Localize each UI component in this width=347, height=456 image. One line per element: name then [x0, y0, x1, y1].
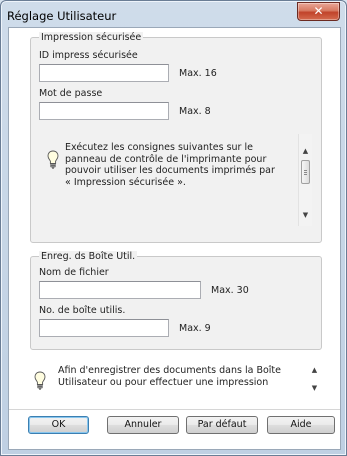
secure-print-group: Impression sécurisée ID impress sécurisé… — [30, 32, 322, 243]
bottom-info-text: Afin d'enregistrer des documents dans la… — [58, 365, 281, 388]
filename-max: Max. 30 — [211, 285, 249, 296]
default-button[interactable]: Par défaut — [186, 416, 258, 434]
secure-id-max: Max. 16 — [179, 68, 217, 79]
info-scroll-thumb[interactable] — [301, 160, 310, 184]
box-number-max: Max. 9 — [179, 323, 211, 334]
window-title: Réglage Utilisateur — [7, 9, 117, 23]
info-scrollbar[interactable]: ▲ ▼ — [298, 134, 312, 226]
scroll-down-arrow-icon[interactable]: ▼ — [308, 383, 321, 393]
password-max: Max. 8 — [179, 106, 211, 117]
filename-input[interactable] — [39, 281, 201, 299]
ok-button[interactable]: OK — [28, 416, 89, 434]
button-bar-divider — [9, 409, 340, 410]
dialog-client-area: Impression sécurisée ID impress sécurisé… — [8, 27, 341, 450]
scroll-down-arrow-icon[interactable]: ▼ — [299, 210, 312, 220]
close-button[interactable]: ✕ — [297, 2, 340, 21]
secure-print-info: Exécutez les consignes suivantes sur le … — [31, 130, 321, 230]
user-box-group: Enreg. ds Boîte Util. Nom de fichier Max… — [30, 251, 322, 350]
user-box-legend: Enreg. ds Boîte Util. — [39, 251, 138, 262]
box-number-input[interactable] — [39, 319, 169, 337]
secure-print-info-text: Exécutez les consignes suivantes sur le … — [65, 142, 275, 188]
scroll-up-arrow-icon[interactable]: ▲ — [299, 146, 312, 156]
title-bar: Réglage Utilisateur ✕ — [1, 1, 346, 27]
scroll-up-arrow-icon[interactable]: ▲ — [308, 365, 321, 375]
bottom-info-scrollbar[interactable]: ▲ ▼ — [308, 361, 321, 399]
cancel-button[interactable]: Annuler — [107, 416, 179, 434]
filename-label: Nom de fichier — [39, 267, 109, 278]
secure-id-input[interactable] — [39, 64, 169, 82]
settings-scroll-area[interactable]: Impression sécurisée ID impress sécurisé… — [10, 29, 336, 407]
password-label: Mot de passe — [39, 88, 103, 99]
bottom-info: Afin d'enregistrer des documents dans la… — [18, 357, 330, 403]
secure-print-legend: Impression sécurisée — [39, 32, 144, 43]
box-number-label: No. de boîte utilis. — [39, 305, 126, 316]
help-button[interactable]: Aide — [267, 416, 335, 434]
close-icon: ✕ — [313, 4, 324, 18]
dialog-window: Réglage Utilisateur ✕ Impression sécuris… — [0, 0, 347, 456]
lightbulb-icon — [34, 371, 46, 390]
password-input[interactable] — [39, 102, 169, 120]
lightbulb-icon — [47, 150, 59, 169]
secure-id-label: ID impress sécurisée — [39, 50, 138, 61]
